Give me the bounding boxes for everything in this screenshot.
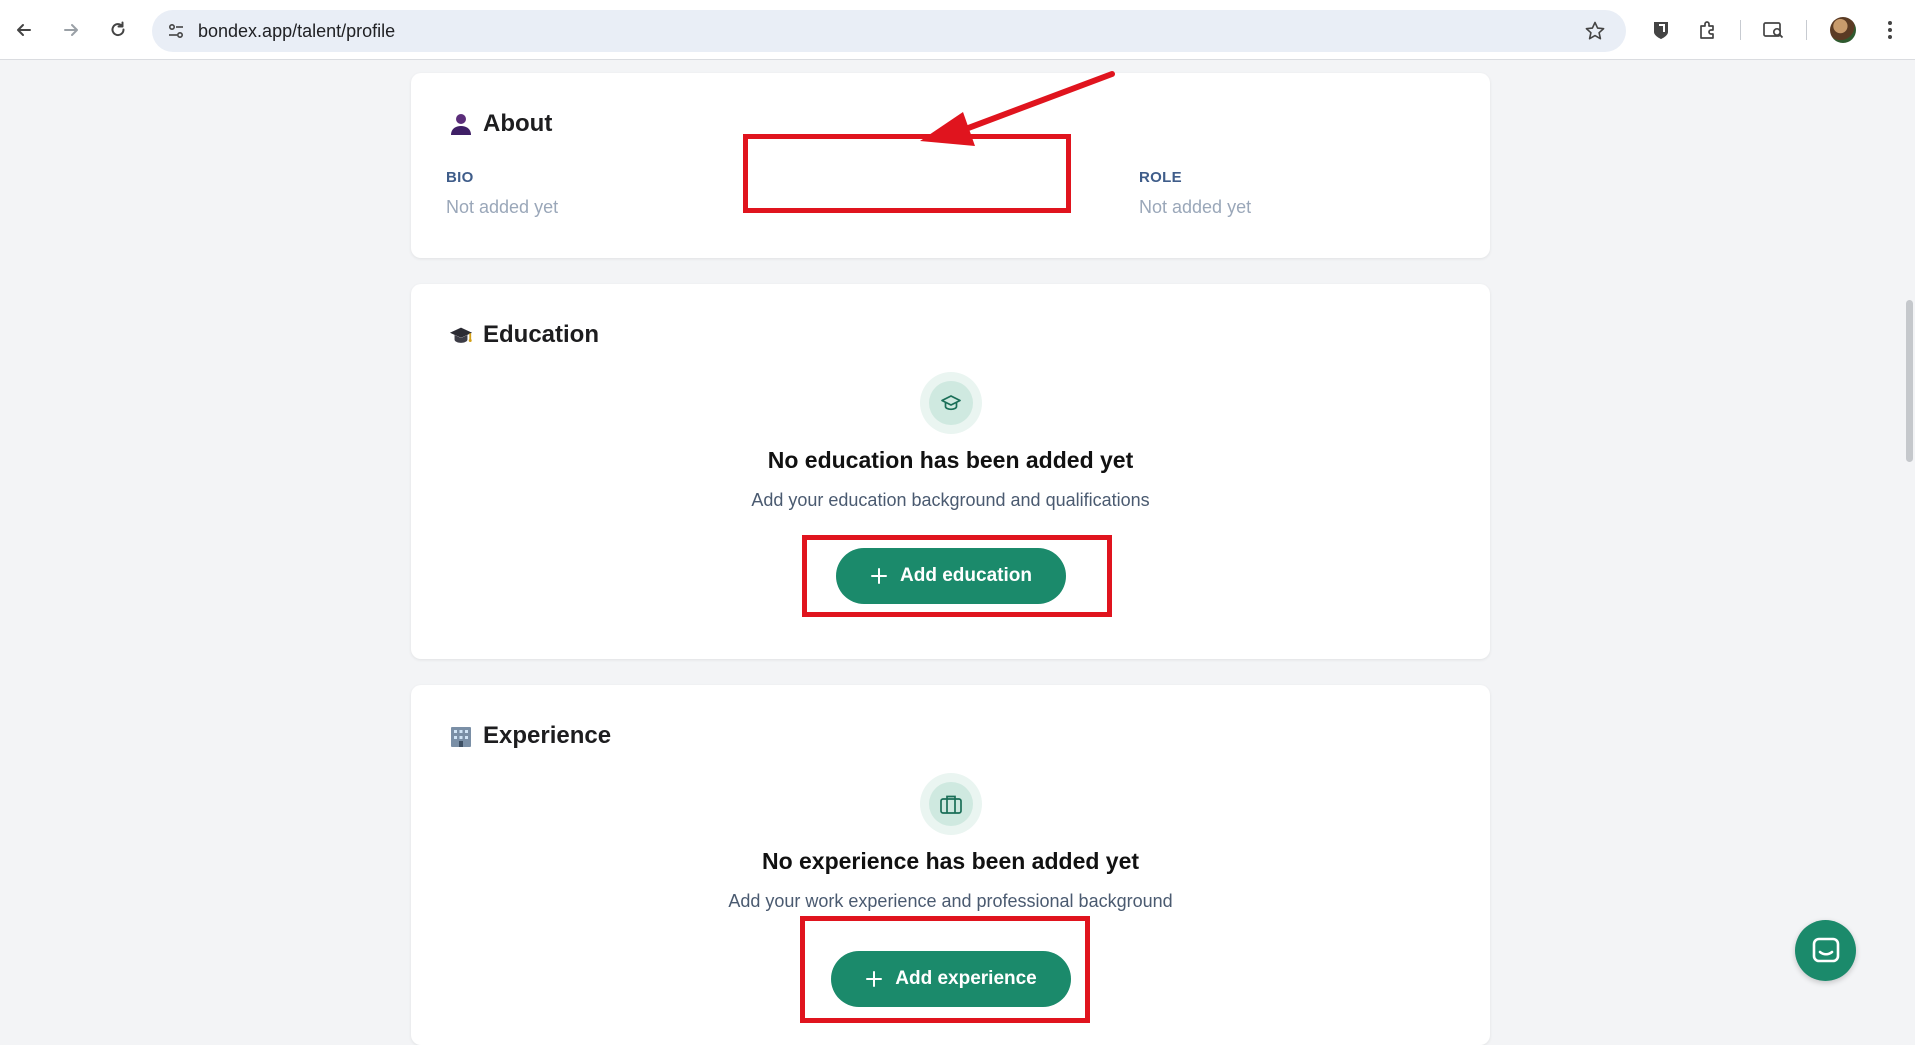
chat-launcher-button[interactable]	[1795, 920, 1856, 981]
chat-icon	[1812, 937, 1839, 962]
annotation-box-experience-button	[800, 916, 1090, 1023]
annotation-arrow	[920, 71, 1115, 146]
annotation-box-education-button	[802, 535, 1112, 617]
